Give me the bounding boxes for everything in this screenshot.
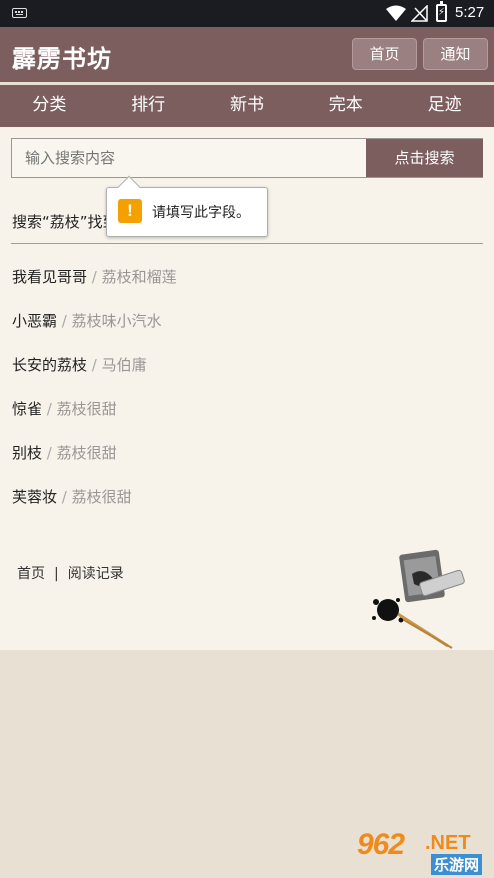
battery-charging-icon: ⚡ <box>436 1 447 22</box>
book-author[interactable]: 荔枝很甜 <box>57 400 117 418</box>
validation-tooltip: ! 请填写此字段。 <box>106 175 268 237</box>
nav-tab-category[interactable]: 分类 <box>0 85 99 127</box>
list-item[interactable]: 小恶霸 / 荔枝味小汽水 <box>12 311 177 355</box>
separator: / <box>87 268 102 286</box>
app-header: 霹雳书坊 首页 通知 <box>0 27 494 82</box>
search-button[interactable]: 点击搜索 <box>366 139 483 177</box>
warning-icon: ! <box>118 199 142 223</box>
status-bar: ⚡ 5:27 <box>0 0 494 27</box>
inkstone-brush-icon <box>372 549 465 649</box>
footer-history-link[interactable]: 阅读记录 <box>68 566 124 582</box>
footer-links: 首页 | 阅读记录 <box>17 563 124 583</box>
separator: / <box>57 488 72 506</box>
book-author[interactable]: 荔枝和榴莲 <box>102 268 177 286</box>
keyboard-icon <box>12 8 27 18</box>
separator: / <box>42 444 57 462</box>
category-nav: 分类 排行 新书 完本 足迹 <box>0 85 494 127</box>
clock: 5:27 <box>455 4 485 21</box>
divider <box>11 243 483 244</box>
book-title[interactable]: 小恶霸 <box>12 312 57 330</box>
separator: / <box>87 356 102 374</box>
signal-icon <box>411 5 428 22</box>
nav-tab-history[interactable]: 足迹 <box>395 85 494 127</box>
watermark-number: 962 <box>357 828 405 861</box>
list-item[interactable]: 我看见哥哥 / 荔枝和榴莲 <box>12 267 177 311</box>
result-title: 搜索“荔枝”找到 <box>12 213 118 231</box>
footer-divider: | <box>54 566 59 582</box>
site-watermark: 962 .NET 乐游网 <box>355 828 490 875</box>
home-button[interactable]: 首页 <box>352 38 417 70</box>
search-input[interactable] <box>12 139 366 177</box>
book-title[interactable]: 芙蓉妆 <box>12 488 57 506</box>
separator: / <box>57 312 72 330</box>
nav-tab-new[interactable]: 新书 <box>198 85 297 127</box>
list-item[interactable]: 芙蓉妆 / 荔枝很甜 <box>12 487 177 531</box>
watermark-domain: .NET <box>425 832 471 854</box>
book-title[interactable]: 惊雀 <box>12 400 42 418</box>
book-author[interactable]: 荔枝味小汽水 <box>72 312 162 330</box>
nav-tab-finished[interactable]: 完本 <box>296 85 395 127</box>
footer-home-link[interactable]: 首页 <box>17 566 45 582</box>
book-author[interactable]: 马伯庸 <box>102 356 147 374</box>
result-list: 我看见哥哥 / 荔枝和榴莲 小恶霸 / 荔枝味小汽水 长安的荔枝 / 马伯庸 惊… <box>12 267 177 531</box>
tooltip-message: 请填写此字段。 <box>152 205 250 221</box>
nav-tab-ranking[interactable]: 排行 <box>99 85 198 127</box>
book-author[interactable]: 荔枝很甜 <box>72 488 132 506</box>
list-item[interactable]: 别枝 / 荔枝很甜 <box>12 443 177 487</box>
site-logo[interactable]: 霹雳书坊 <box>12 39 112 74</box>
search-bar: 点击搜索 <box>11 138 483 178</box>
book-author[interactable]: 荔枝很甜 <box>57 444 117 462</box>
list-item[interactable]: 惊雀 / 荔枝很甜 <box>12 399 177 443</box>
notify-button[interactable]: 通知 <box>423 38 488 70</box>
wifi-icon <box>386 5 406 21</box>
list-item[interactable]: 长安的荔枝 / 马伯庸 <box>12 355 177 399</box>
separator: / <box>42 400 57 418</box>
book-title[interactable]: 我看见哥哥 <box>12 268 87 286</box>
book-title[interactable]: 别枝 <box>12 444 42 462</box>
watermark-name: 乐游网 <box>431 854 483 875</box>
book-title[interactable]: 长安的荔枝 <box>12 356 87 374</box>
